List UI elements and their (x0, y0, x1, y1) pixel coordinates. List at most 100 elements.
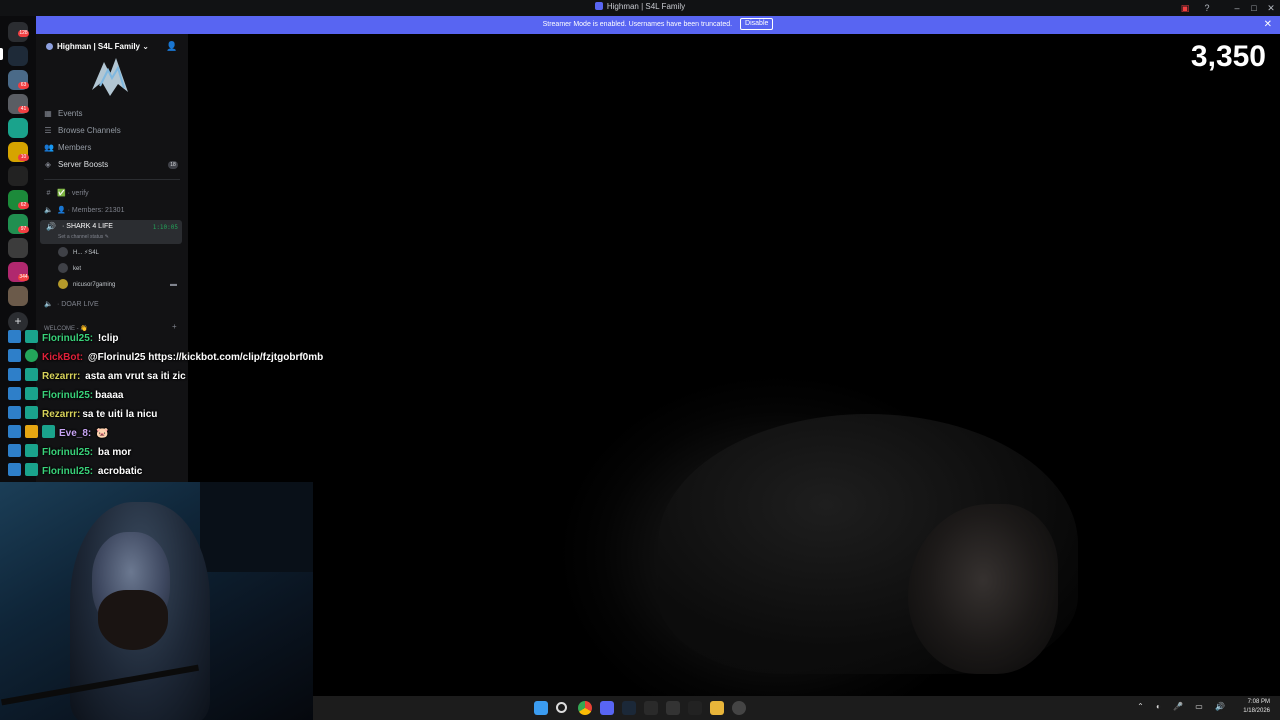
server-icon-6[interactable] (8, 166, 28, 186)
stream-video (188, 34, 1280, 696)
chat-text: 🐷 (96, 428, 109, 439)
chat-text: !clip (97, 333, 119, 344)
avatar (58, 247, 68, 258)
sub-badge-icon (25, 463, 38, 476)
avatar (58, 263, 68, 274)
sidebar-divider (44, 179, 180, 180)
unread-badge: 97 (18, 226, 29, 233)
clock-date: 1/18/2026 (1243, 708, 1270, 714)
inbox-icon[interactable]: ▣ (1178, 2, 1192, 14)
add-server-icon[interactable]: + (8, 312, 28, 332)
server-name-header[interactable]: Highman | S4L Family ⌄ (46, 42, 149, 51)
hammer-badge-icon (8, 349, 21, 362)
sub-badge-icon (25, 387, 38, 400)
hammer-badge-icon (8, 425, 21, 438)
voice-channel-doar-live[interactable]: 🔈 · DOAR LIVE (44, 298, 99, 312)
maximize-button[interactable]: □ (1247, 2, 1261, 14)
help-icon[interactable]: ? (1200, 2, 1214, 14)
close-window-button[interactable]: ✕ (1264, 2, 1278, 14)
windows-taskbar: ⌃ ◐ 🎤 ▭ 🔊 7:08 PM 1/18/2026 (313, 696, 1280, 720)
system-tray-icons[interactable]: ⌃ ◐ 🎤 ▭ 🔊 (1137, 702, 1230, 711)
window-title: Highman | S4L Family (0, 2, 1280, 11)
chat-message: Florinul25: baaaa (8, 387, 123, 406)
window-title-text: Highman | S4L Family (606, 2, 686, 11)
set-channel-status[interactable]: Set a channel status ✎ (58, 234, 109, 240)
voice-user[interactable]: nicusor7gaming (58, 279, 115, 291)
app-icon[interactable] (688, 701, 702, 715)
start-icon[interactable] (534, 701, 548, 715)
discord-icon[interactable] (600, 701, 614, 715)
file-explorer-icon[interactable] (710, 701, 724, 715)
channel-verify-label: ✅ · verify (57, 190, 89, 197)
unread-badge: 344 (18, 274, 29, 281)
chat-message: Rezarrr: sa te uiti la nicu (8, 406, 157, 425)
sub-badge-icon (25, 368, 38, 381)
app-icon[interactable] (666, 701, 680, 715)
viewer-count: 3,350 (1190, 40, 1266, 73)
chat-text: asta am vrut sa iti zic (85, 371, 186, 382)
unread-badge: 10 (18, 154, 29, 161)
clock[interactable]: 7:08 PM 1/18/2026 (1243, 698, 1270, 716)
chat-text: sa te uiti la nicu (82, 409, 158, 420)
chat-username: Eve_8: (59, 428, 92, 439)
server-icon-s4l[interactable] (8, 46, 28, 66)
calendar-icon: ▦ (44, 109, 52, 118)
boost-count-badge: 18 (168, 161, 178, 169)
members-icon: 👥 (44, 143, 54, 152)
webcam-beard (98, 590, 168, 650)
channel-member-count[interactable]: 🔈 👤 · Members: 21301 (44, 204, 124, 218)
nav-browse-label: Browse Channels (58, 126, 121, 135)
browse-icon: ☰ (44, 126, 52, 135)
chat-message: Florinul25: !clip (8, 330, 118, 349)
server-icon-11[interactable] (8, 286, 28, 306)
channel-doar-live-label: · DOAR LIVE (57, 301, 99, 308)
server-icon-4[interactable] (8, 118, 28, 138)
chat-text: acrobatic (97, 466, 143, 477)
chat-message: KickBot: @Florinul25 https://kickbot.com… (8, 349, 323, 368)
title-bar: Highman | S4L Family ▣ ? – □ ✕ (0, 0, 1280, 16)
chat-message: Florinul25: ba mor (8, 444, 131, 463)
sub-badge-icon (25, 444, 38, 457)
channel-members-label: 👤 · Members: 21301 (57, 207, 125, 214)
chat-username: Rezarrr: (42, 371, 81, 382)
epic-games-icon[interactable] (644, 701, 658, 715)
chat-message: Florinul25: acrobatic (8, 463, 142, 482)
add-channel-icon[interactable]: + (172, 322, 177, 331)
webcam-overlay (0, 482, 313, 720)
chat-username: Florinul25: (42, 466, 94, 477)
voice-channel-name: · SHARK 4 LIFE (62, 223, 113, 230)
nav-events[interactable]: ▦ Events (44, 108, 82, 120)
chat-message: Rezarrr: asta am vrut sa iti zic (8, 368, 186, 387)
unread-badge: 63 (18, 82, 29, 89)
steam-icon[interactable] (622, 701, 636, 715)
close-icon[interactable]: ✕ (1264, 16, 1272, 34)
voice-user-name: ket (73, 266, 82, 272)
voice-connected-icon: 🔊 (46, 222, 56, 231)
nav-members-label: Members (58, 143, 92, 152)
speaker-icon: 🔈 (44, 301, 53, 308)
server-status-icon (46, 43, 53, 50)
chat-text: baaaa (95, 390, 124, 401)
minimize-button[interactable]: – (1230, 2, 1244, 14)
nav-members[interactable]: 👥 Members (44, 142, 91, 154)
voice-user[interactable]: H... ⚡S4L (58, 247, 99, 259)
nav-server-boosts[interactable]: ◈ Server Boosts (44, 159, 108, 171)
disable-streamer-mode-button[interactable]: Disable (740, 18, 774, 30)
voice-channel-shark-4-life[interactable]: 🔊 · SHARK 4 LIFE Set a channel status ✎ … (40, 220, 182, 244)
voice-timer: 1:10:05 (152, 224, 178, 231)
chat-text: @Florinul25 https://kickbot.com/clip/fzj… (87, 352, 324, 363)
search-icon[interactable] (556, 702, 567, 713)
unread-badge: 62 (18, 202, 29, 209)
chat-message: Eve_8: 🐷 (8, 425, 108, 444)
chrome-icon[interactable] (578, 701, 592, 715)
server-icon-9[interactable] (8, 238, 28, 258)
nav-browse-channels[interactable]: ☰ Browse Channels (44, 125, 121, 137)
channel-verify[interactable]: # ✅ · verify (44, 187, 89, 201)
app-icon (594, 2, 603, 10)
voice-user[interactable]: ket (58, 263, 81, 275)
invite-people-icon[interactable]: 👤 (166, 41, 177, 52)
unread-badge: 128 (18, 30, 29, 37)
sub-badge-icon (25, 406, 38, 419)
app-icon[interactable] (732, 701, 746, 715)
chat-username: Rezarrr: (42, 409, 81, 420)
